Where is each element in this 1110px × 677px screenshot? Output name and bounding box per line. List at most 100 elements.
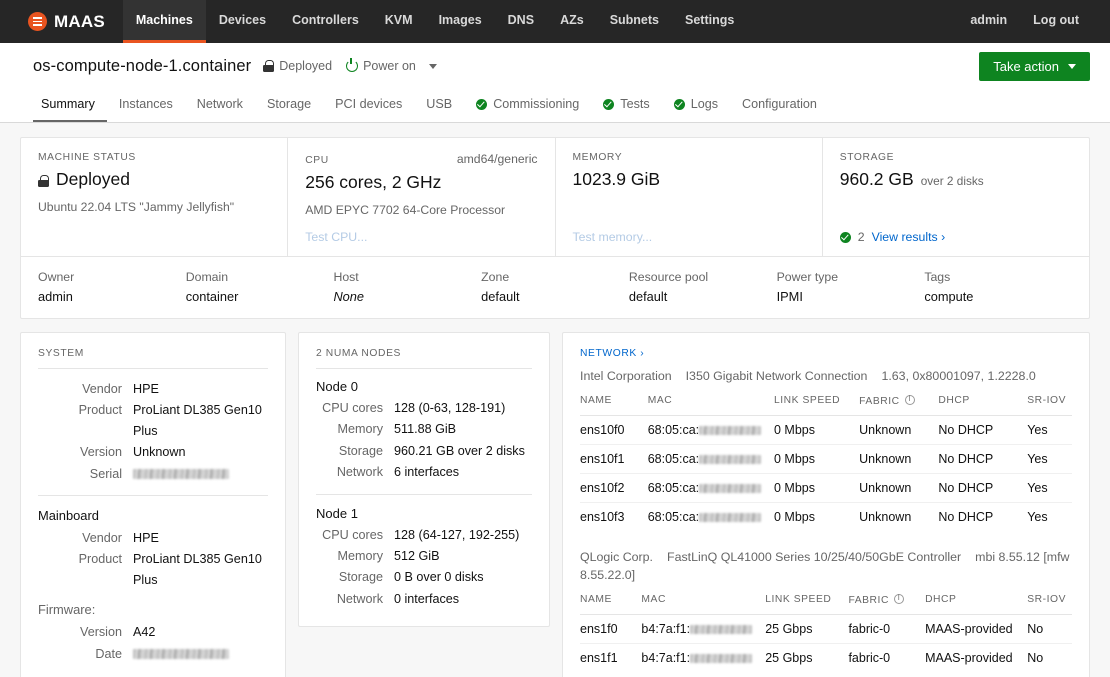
page-title: os-compute-node-1.container: [33, 56, 252, 75]
maas-brand[interactable]: MAAS: [0, 0, 123, 43]
cell-sriov: Yes: [1027, 473, 1072, 503]
cell-dhcp: No DHCP: [938, 444, 1028, 474]
meta-resource-pool: Resource pool default: [629, 270, 777, 304]
main-content: Machine status Deployed Ubuntu 22.04 LTS…: [0, 123, 1110, 677]
network-panel-link[interactable]: Network ›: [580, 348, 1072, 362]
col-fabric-label: Fabric: [848, 594, 889, 606]
row-key: Storage: [338, 570, 383, 585]
nav-item-images[interactable]: Images: [426, 0, 495, 43]
nav-item-azs[interactable]: AZs: [547, 0, 597, 43]
row-value: 0 interfaces: [394, 591, 460, 606]
cell-fabric: fabric-0: [848, 650, 891, 665]
maas-logo-icon: [28, 12, 47, 31]
mac-prefix: 68:05:ca:: [647, 509, 700, 524]
nav-item-devices[interactable]: Devices: [206, 0, 279, 43]
cell-link-speed: 0 Mbps: [773, 509, 815, 524]
primary-nav-items: Machines Devices Controllers KVM Images …: [122, 0, 747, 43]
nav-item-dns[interactable]: DNS: [495, 0, 547, 43]
test-memory-link[interactable]: Test memory...: [573, 230, 653, 244]
table-row: ens1f1 b4:7a:f1: 25 Gbps fabric-0 MAAS-p…: [580, 643, 1072, 672]
meta-zone: Zone default: [481, 270, 629, 304]
numa-storage-row: Storage 960.21 GB over 2 disks: [316, 441, 532, 461]
nav-item-kvm[interactable]: KVM: [372, 0, 426, 43]
col-dhcp: DHCP: [938, 394, 1028, 416]
nav-item-user[interactable]: admin: [957, 0, 1020, 43]
stat-footer: Test memory...: [573, 230, 805, 244]
lock-icon: [263, 60, 275, 72]
tab-label: Tests: [620, 97, 650, 111]
mac-prefix: 68:05:ca:: [647, 480, 700, 495]
tab-storage[interactable]: Storage: [255, 97, 323, 122]
cell-link-speed: 0 Mbps: [773, 415, 860, 445]
meta-key: Power type: [776, 270, 839, 284]
nav-item-subnets[interactable]: Subnets: [597, 0, 672, 43]
power-icon: [346, 58, 359, 72]
divider: [38, 494, 268, 496]
meta-value: None: [333, 289, 365, 304]
tab-commissioning[interactable]: Commissioning: [464, 97, 591, 122]
tab-label: USB: [426, 97, 453, 111]
nic-group-description: Intel Corporation I350 Gigabit Network Co…: [580, 367, 1072, 386]
power-status[interactable]: Power on: [346, 58, 437, 73]
numa-network-row: Network 0 interfaces: [316, 589, 532, 609]
user-label: admin: [970, 13, 1008, 27]
meta-value: admin: [38, 289, 73, 304]
nav-label: AZs: [560, 13, 584, 27]
meta-power-type: Power type IPMI: [777, 270, 925, 304]
redacted-value: [690, 654, 753, 664]
nic-vendor: QLogic Corp.: [580, 549, 654, 564]
nav-item-machines[interactable]: Machines: [122, 0, 206, 43]
cell-link-speed: 25 Gbps: [765, 614, 849, 644]
tab-configuration[interactable]: Configuration: [730, 97, 829, 122]
table-row: ens10f0 68:05:ca: 0 Mbps Unknown No DHCP…: [580, 415, 1072, 445]
nic-table-intel: Name MAC Link speed Fabric DHCP SR-IOV e…: [580, 394, 1072, 531]
top-navigation-bar: MAAS Machines Devices Controllers KVM Im…: [0, 0, 1110, 43]
mac-prefix: 68:05:ca:: [647, 451, 700, 466]
nav-label: DNS: [507, 13, 535, 27]
row-key: Storage: [338, 443, 383, 458]
nic-group-description: QLogic Corp. FastLinQ QL41000 Series 10/2…: [580, 548, 1072, 585]
nav-item-logout[interactable]: Log out: [1020, 0, 1092, 43]
row-key: Network: [336, 591, 383, 606]
firmware-version-row: Version A42: [38, 622, 268, 642]
cell-fabric: Unknown: [859, 444, 939, 474]
cell-mac: b4:7a:f1:: [641, 614, 766, 644]
tab-tests[interactable]: Tests: [591, 97, 661, 122]
col-mac: MAC: [641, 593, 766, 615]
row-value: Unknown: [133, 445, 186, 460]
tab-summary[interactable]: Summary: [33, 97, 107, 122]
row-value: 128 (64-127, 192-255): [394, 527, 520, 542]
take-action-button[interactable]: Take action: [979, 51, 1090, 81]
nav-label: Machines: [135, 13, 193, 27]
info-icon[interactable]: [893, 593, 904, 604]
stat-value: 256 cores, 2 GHz: [305, 172, 537, 193]
cell-sriov: No: [1027, 650, 1044, 665]
tab-usb[interactable]: USB: [414, 97, 464, 122]
tab-pci-devices[interactable]: PCI devices: [323, 97, 414, 122]
tab-network[interactable]: Network: [185, 97, 255, 122]
cell-mac: 68:05:ca:: [648, 502, 774, 531]
test-cpu-link[interactable]: Test CPU...: [305, 230, 367, 244]
stat-cpu: CPU amd64/generic 256 cores, 2 GHz AMD E…: [287, 138, 554, 256]
nav-item-settings[interactable]: Settings: [672, 0, 747, 43]
col-fabric-label: Fabric: [859, 395, 900, 407]
firmware-date-row: Date: [38, 644, 268, 664]
meta-value: default: [628, 289, 668, 304]
stat-label: Storage: [839, 152, 895, 163]
nav-item-controllers[interactable]: Controllers: [279, 0, 372, 43]
tab-instances[interactable]: Instances: [107, 97, 185, 122]
status-badge: Deployed: [263, 59, 332, 73]
meta-tags: Tags compute: [924, 270, 1072, 304]
nav-right-group: admin Log out: [957, 0, 1110, 43]
tab-label: Configuration: [742, 97, 817, 111]
row-value: 511.88 GiB: [394, 422, 457, 437]
view-results-link[interactable]: View results ›: [872, 230, 946, 244]
row-key: Memory: [337, 422, 383, 437]
table-row: ens10f3 68:05:ca: 0 Mbps Unknown No DHCP…: [580, 502, 1072, 531]
table-header-row: Name MAC Link speed Fabric DHCP SR-IOV: [580, 394, 1072, 416]
tab-logs[interactable]: Logs: [662, 97, 730, 122]
info-icon[interactable]: [904, 394, 915, 405]
numa-panel-title: 2 NUMA nodes: [316, 348, 532, 369]
cell-name: ens10f2: [580, 473, 648, 503]
cell-name: ens1f0: [580, 614, 642, 644]
